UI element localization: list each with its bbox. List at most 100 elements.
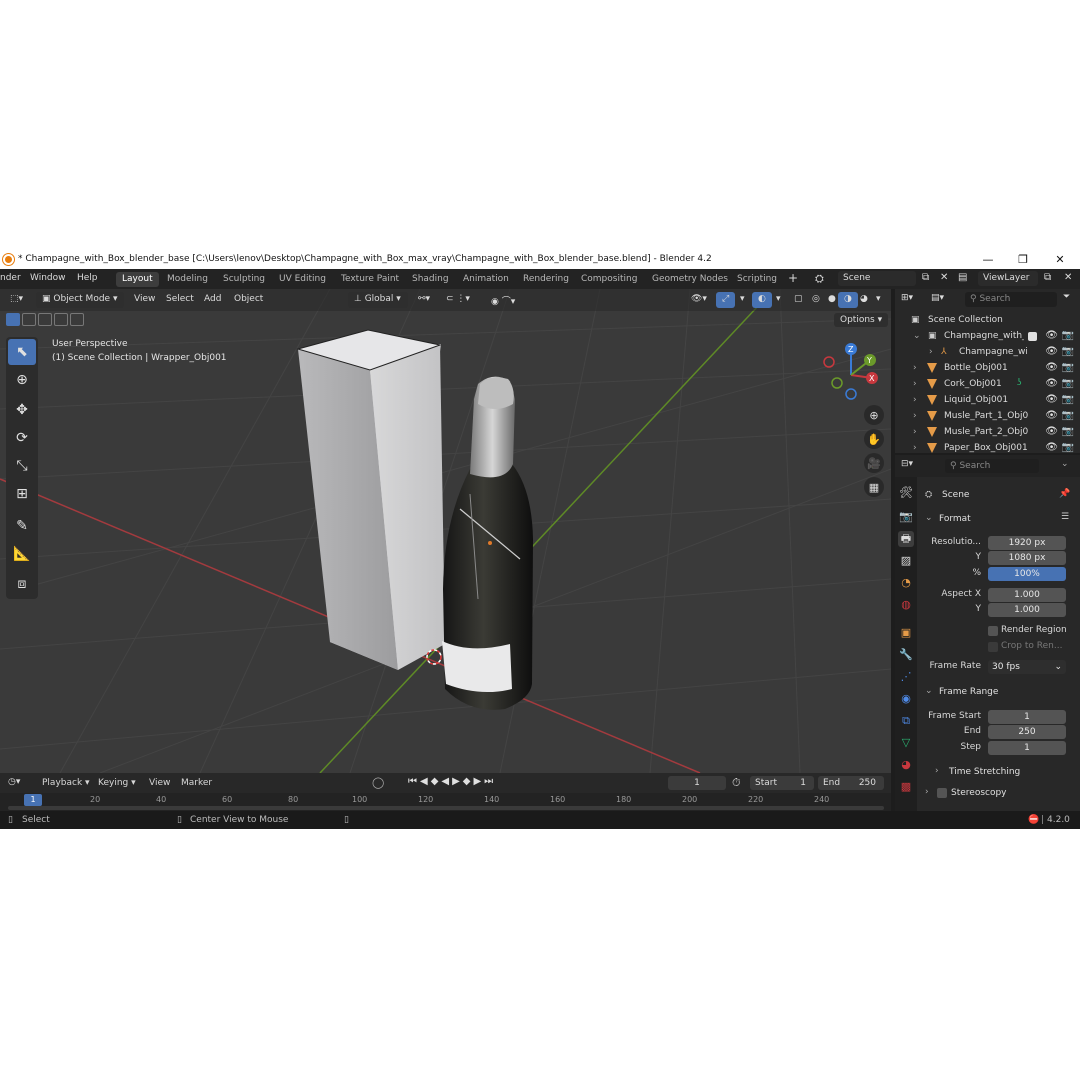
tab-modeling[interactable]: Modeling bbox=[161, 272, 214, 287]
timeline-scrollbar[interactable] bbox=[8, 806, 884, 810]
outliner-item[interactable]: › Musle_Part_1_Obj0 👁 📷 bbox=[895, 409, 1080, 424]
overlay-dropdown-icon[interactable]: ▾ bbox=[770, 292, 787, 308]
outliner-item[interactable]: › Liquid_Obj001 👁 📷 bbox=[895, 393, 1080, 408]
crop-to-render-checkbox[interactable] bbox=[988, 642, 998, 652]
aspect-y-field[interactable]: 1.000 bbox=[988, 603, 1066, 617]
tab-geometry-nodes[interactable]: Geometry Nodes bbox=[646, 272, 734, 287]
clock-icon[interactable]: ⏱ bbox=[732, 776, 741, 790]
object-mode-dropdown[interactable]: ▣ Object Mode ▾ bbox=[36, 292, 124, 308]
tab-scripting[interactable]: Scripting bbox=[731, 272, 783, 287]
menu-view[interactable]: View bbox=[128, 292, 161, 308]
pivot-icon[interactable]: ⚯▾ bbox=[412, 292, 436, 308]
current-frame-field[interactable]: 1 bbox=[668, 776, 726, 790]
navigation-gizmo[interactable]: Z X Y bbox=[823, 343, 878, 400]
perspective-grid-icon[interactable]: ▦ bbox=[864, 477, 884, 497]
minimize-button[interactable]: — bbox=[973, 252, 1003, 267]
expand-chevron-icon[interactable]: › bbox=[929, 347, 933, 357]
tab-sculpting[interactable]: Sculpting bbox=[217, 272, 271, 287]
tab-shading[interactable]: Shading bbox=[406, 272, 455, 287]
physics-tab-icon[interactable]: ◉ bbox=[898, 691, 914, 707]
transform-orientation-dropdown[interactable]: ⊥ Global ▾ bbox=[348, 292, 408, 308]
frame-range-panel-header[interactable]: ⌄ Frame Range bbox=[921, 683, 1073, 701]
pin-icon[interactable]: 📌 bbox=[1059, 489, 1070, 499]
outliner-root[interactable]: ▣ Scene Collection bbox=[895, 313, 1080, 328]
menu-object[interactable]: Object bbox=[228, 292, 269, 308]
overlay-toggle-icon[interactable]: ◐ bbox=[752, 292, 772, 308]
tab-layout[interactable]: Layout bbox=[116, 272, 159, 287]
select-box-tool-icon[interactable]: ⬉ bbox=[8, 339, 36, 365]
playback-controls[interactable]: ⏮◀◆◀▶◆▶⏭ bbox=[408, 776, 496, 787]
eye-icon[interactable]: 👁 bbox=[1045, 362, 1058, 373]
camera-view-icon[interactable]: 🎥 bbox=[864, 453, 884, 473]
timeline-editor-icon[interactable]: ◷▾ bbox=[8, 777, 20, 787]
remove-view-layer-icon[interactable]: ✕ bbox=[1064, 272, 1072, 283]
outliner-item[interactable]: › Cork_Obj001 ʖ 👁 📷 bbox=[895, 377, 1080, 392]
measure-tool-icon[interactable]: 📐 bbox=[8, 541, 36, 567]
camera-icon[interactable]: 📷 bbox=[1062, 442, 1074, 453]
menu-playback[interactable]: Playback ▾ bbox=[42, 778, 90, 788]
gizmo-dropdown-icon[interactable]: ▾ bbox=[734, 292, 751, 308]
constraints-tab-icon[interactable]: ⧉ bbox=[898, 713, 914, 729]
world-tab-icon[interactable]: ◍ bbox=[898, 597, 914, 613]
camera-icon[interactable]: 📷 bbox=[1062, 378, 1074, 389]
render-region-checkbox[interactable] bbox=[988, 626, 998, 636]
expand-chevron-icon[interactable]: ⌄ bbox=[913, 331, 921, 341]
format-panel-header[interactable]: ⌄ Format ☰ bbox=[921, 510, 1073, 528]
menu-select[interactable]: Select bbox=[160, 292, 200, 308]
zoom-icon[interactable]: ⊕ bbox=[864, 405, 884, 425]
presets-icon[interactable]: ☰ bbox=[1061, 512, 1069, 522]
remove-scene-icon[interactable]: ✕ bbox=[940, 272, 948, 283]
outliner-item[interactable]: ⌄ ▣ Champagne_with_I 👁 📷 bbox=[895, 329, 1080, 344]
gizmo-toggle-icon[interactable]: ⤢ bbox=[716, 292, 736, 308]
expand-chevron-icon[interactable]: › bbox=[913, 379, 917, 389]
tab-rendering[interactable]: Rendering bbox=[517, 272, 575, 287]
transform-tool-icon[interactable]: ⊞ bbox=[8, 481, 36, 507]
scene-icon[interactable]: ⛭ bbox=[815, 272, 824, 286]
scale-tool-icon[interactable]: ⤡ bbox=[8, 453, 36, 479]
select-intersect-icon[interactable] bbox=[70, 313, 84, 326]
properties-dropdown-icon[interactable]: ⌄ bbox=[1061, 459, 1069, 469]
select-invert-icon[interactable] bbox=[54, 313, 68, 326]
display-mode-icon[interactable]: ▤▾ bbox=[931, 293, 944, 303]
tool-tab-icon[interactable]: 🛠 bbox=[898, 485, 914, 501]
outliner-editor-icon[interactable]: ⊞▾ bbox=[901, 293, 913, 303]
end-frame-field[interactable]: End 250 bbox=[818, 776, 884, 790]
data-tab-icon[interactable]: ▽ bbox=[898, 735, 914, 751]
visibility-icon[interactable]: 👁▾ bbox=[685, 292, 713, 308]
tab-animation[interactable]: Animation bbox=[457, 272, 515, 287]
menu-help[interactable]: Help bbox=[77, 273, 98, 283]
camera-icon[interactable]: 📷 bbox=[1062, 426, 1074, 437]
time-stretching-panel-header[interactable]: › Time Stretching bbox=[931, 763, 1073, 781]
scene-field[interactable]: Scene bbox=[838, 271, 916, 286]
material-tab-icon[interactable]: ◕ bbox=[898, 757, 914, 773]
menu-marker[interactable]: Marker bbox=[181, 778, 212, 788]
include-checkbox[interactable] bbox=[1028, 332, 1037, 341]
select-subtract-icon[interactable] bbox=[38, 313, 52, 326]
expand-chevron-icon[interactable]: › bbox=[913, 395, 917, 405]
outliner-item[interactable]: › Musle_Part_2_Obj0 👁 📷 bbox=[895, 425, 1080, 440]
particles-tab-icon[interactable]: ⋰ bbox=[898, 669, 914, 685]
menu-timeline-view[interactable]: View bbox=[149, 778, 170, 788]
resolution-x-field[interactable]: 1920 px bbox=[988, 536, 1066, 550]
new-scene-icon[interactable]: ⧉ bbox=[922, 272, 929, 283]
eye-icon[interactable]: 👁 bbox=[1045, 394, 1058, 405]
outliner-item[interactable]: › ⅄ Champagne_wi 👁 📷 bbox=[895, 345, 1080, 360]
add-cube-tool-icon[interactable]: ⧈ bbox=[8, 571, 36, 597]
frame-rate-dropdown[interactable]: 30 fps ⌄ bbox=[988, 660, 1066, 674]
frame-step-field[interactable]: 1 bbox=[988, 741, 1066, 755]
tab-texture-paint[interactable]: Texture Paint bbox=[335, 272, 405, 287]
texture-tab-icon[interactable]: ▩ bbox=[898, 779, 914, 795]
resolution-y-field[interactable]: 1080 px bbox=[988, 551, 1066, 565]
camera-icon[interactable]: 📷 bbox=[1062, 410, 1074, 421]
select-new-icon[interactable] bbox=[6, 313, 20, 326]
new-view-layer-icon[interactable]: ⧉ bbox=[1044, 272, 1051, 283]
eye-icon[interactable]: 👁 bbox=[1045, 410, 1058, 421]
editor-type-icon[interactable]: ⬚▾ bbox=[4, 292, 29, 308]
outliner-item[interactable]: › Bottle_Obj001 👁 📷 bbox=[895, 361, 1080, 376]
auto-key-icon[interactable]: ◯ bbox=[372, 776, 384, 789]
tab-uv-editing[interactable]: UV Editing bbox=[273, 272, 332, 287]
render-tab-icon[interactable]: 📷 bbox=[898, 509, 914, 525]
camera-icon[interactable]: 📷 bbox=[1062, 394, 1074, 405]
cursor-tool-icon[interactable]: ⊕ bbox=[8, 367, 36, 393]
3d-viewport[interactable]: Z X Y ⬚▾ ▣ Object Mode ▾ View Select Add… bbox=[0, 289, 891, 773]
